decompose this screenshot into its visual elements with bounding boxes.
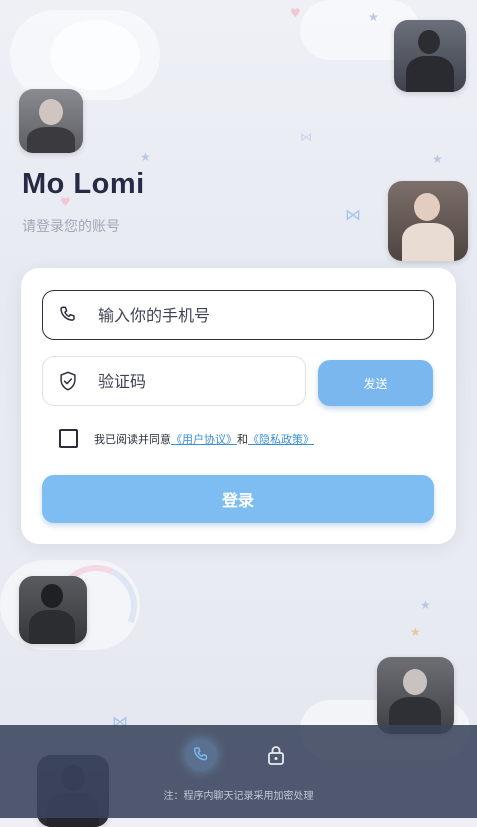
- agreement-text: 我已阅读并同意《用户协议》和《隐私政策》: [94, 431, 314, 447]
- send-code-button[interactable]: 发送: [318, 360, 433, 406]
- bottom-bar: 注：程序内聊天记录采用加密处理: [0, 725, 477, 818]
- phone-field[interactable]: [42, 290, 434, 340]
- star-icon: ★: [368, 10, 379, 24]
- star-icon: ★: [140, 150, 151, 164]
- bow-icon: ⋈: [345, 205, 361, 224]
- avatar: [19, 89, 83, 153]
- tab-password-login[interactable]: [262, 741, 290, 769]
- shield-check-icon: [60, 371, 76, 391]
- bow-icon: ⋈: [300, 130, 312, 144]
- heart-icon: ♥: [290, 6, 301, 20]
- code-field[interactable]: [42, 356, 306, 406]
- avatar: [388, 181, 468, 261]
- avatar: [394, 20, 466, 92]
- phone-icon: [60, 306, 75, 321]
- agreement-and: 和: [237, 433, 248, 446]
- lock-icon: [268, 746, 284, 765]
- star-icon: ★: [432, 152, 443, 166]
- agree-checkbox[interactable]: [59, 429, 78, 448]
- avatar: [19, 576, 87, 644]
- tab-phone-login[interactable]: [185, 739, 217, 771]
- user-agreement-link[interactable]: 《用户协议》: [171, 433, 237, 446]
- mascot-decoration: [50, 20, 140, 90]
- phone-icon: [193, 747, 208, 761]
- login-button[interactable]: 登录: [42, 475, 434, 523]
- encryption-note: 注：程序内聊天记录采用加密处理: [163, 791, 314, 802]
- star-icon: ★: [420, 598, 431, 612]
- page-subtitle: 请登录您的账号: [22, 219, 120, 235]
- app-title: Mo Lomi: [22, 168, 145, 200]
- agreement-prefix: 我已阅读并同意: [94, 433, 171, 446]
- login-card: 发送 我已阅读并同意《用户协议》和《隐私政策》 登录: [21, 268, 456, 544]
- avatar: [377, 657, 454, 734]
- code-input[interactable]: [98, 357, 293, 405]
- phone-input[interactable]: [98, 291, 398, 339]
- star-icon: ★: [410, 625, 421, 639]
- privacy-policy-link[interactable]: 《隐私政策》: [248, 433, 314, 446]
